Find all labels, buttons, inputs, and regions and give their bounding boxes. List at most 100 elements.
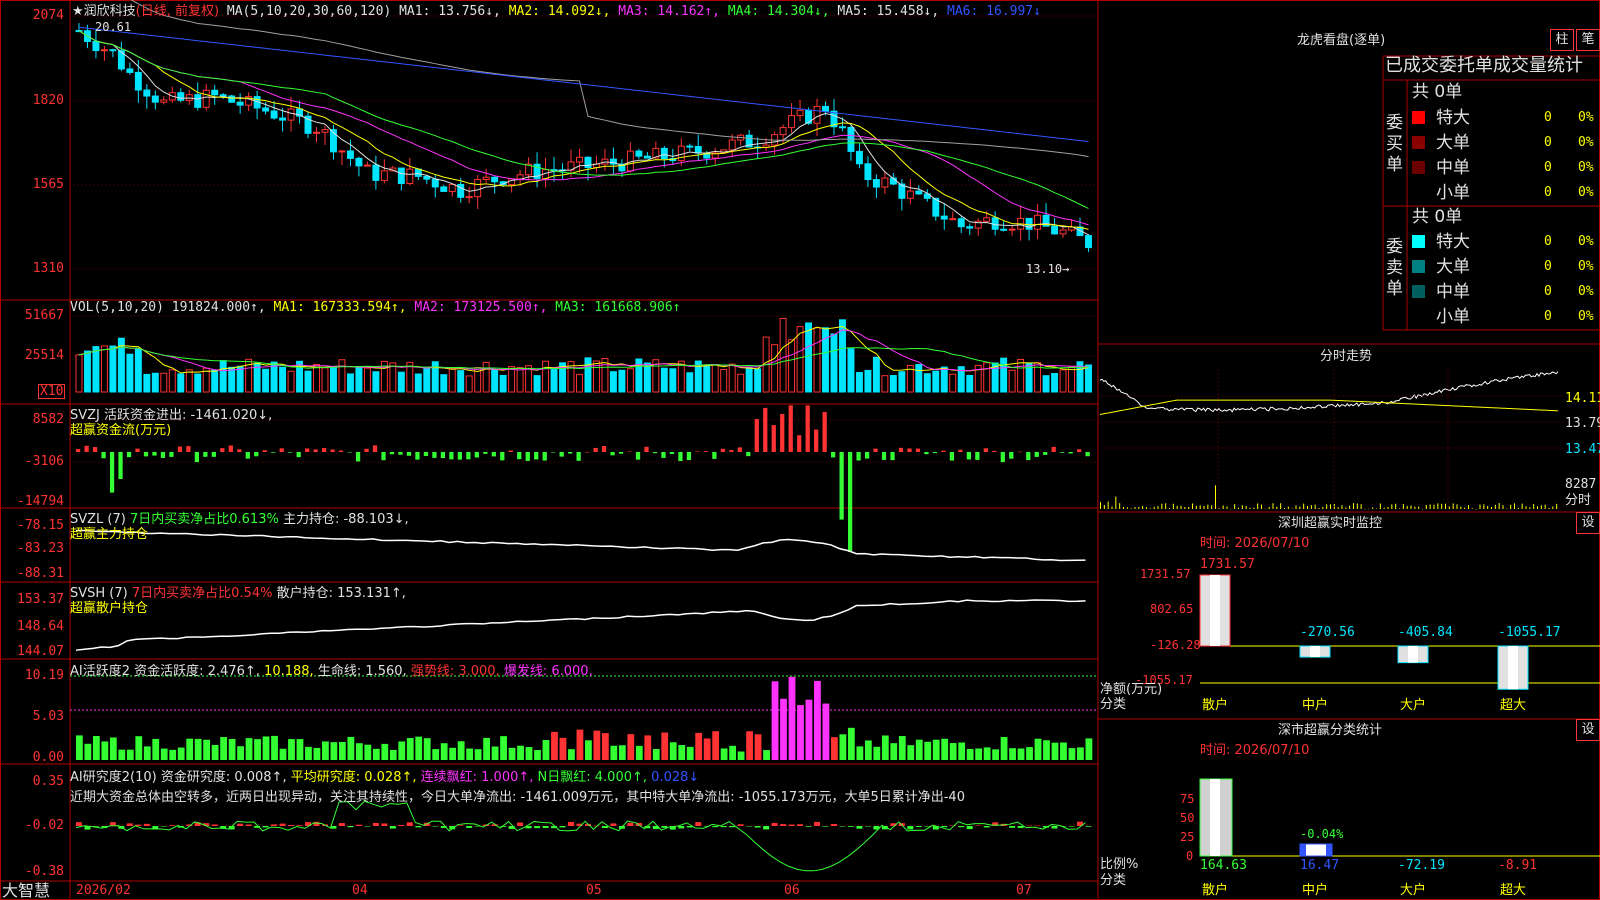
volume-bar — [83, 350, 91, 393]
research-bar — [415, 826, 422, 828]
intraday-vol-bar — [1376, 508, 1377, 510]
candle-body — [813, 105, 821, 124]
research-bar — [661, 826, 668, 828]
research-bar — [1026, 825, 1033, 827]
intraday-vol-bar — [1176, 505, 1178, 509]
candle-body — [482, 176, 490, 180]
ma4-line — [78, 30, 1089, 209]
volume-bar — [576, 373, 583, 393]
volume-bar — [1008, 369, 1016, 393]
intraday-vol-bar — [1345, 507, 1347, 509]
flow-bar — [313, 449, 318, 452]
tick-mode-button[interactable]: 笔 — [1576, 29, 1600, 51]
activity-bar — [517, 745, 524, 760]
intraday-vol-bar — [1517, 507, 1519, 509]
volume-bar — [1059, 369, 1067, 393]
stat-note: -0.04% — [1300, 827, 1344, 841]
flow-bar — [1009, 452, 1014, 459]
flow-bar — [949, 452, 955, 461]
activity-bar — [500, 736, 507, 760]
activity-bar — [313, 747, 321, 760]
intraday-vol-bar — [1115, 496, 1117, 509]
intraday-vol-bar — [1479, 504, 1481, 509]
period-mode[interactable]: (日线, 前复权) — [136, 4, 219, 19]
monitor-tick: 802.65 — [1150, 602, 1194, 616]
intraday-vol-bar — [1456, 504, 1458, 509]
intraday-tick: 13.47 — [1565, 442, 1600, 457]
flow-bar — [322, 448, 327, 452]
stat-ylabel: 比例% — [1100, 857, 1139, 872]
flow-bar — [1077, 449, 1082, 452]
candle-body — [262, 107, 270, 112]
sell-row: 大单 0 0% — [1410, 256, 1600, 278]
activity-bar — [763, 750, 770, 760]
activity-bar — [890, 743, 898, 760]
bar-mode-button[interactable]: 柱 — [1550, 29, 1574, 51]
flow-bar — [517, 452, 522, 460]
buy-row: 小单 0 0% — [1410, 182, 1600, 204]
row-qty: 0 — [1544, 160, 1552, 175]
candle-body — [313, 131, 320, 134]
volume-bar — [915, 364, 923, 393]
ai2-last: 0.028↓ — [651, 770, 700, 785]
activity-bar — [975, 748, 983, 760]
flow-bar — [771, 425, 776, 452]
flow-bar — [593, 447, 598, 452]
candle-body — [355, 157, 363, 167]
ma2-value: MA2: 14.092↓, — [508, 4, 611, 19]
intraday-vol-bar — [1119, 503, 1121, 509]
flow-bar — [338, 450, 344, 452]
research-bar — [568, 821, 574, 826]
flow-bar — [355, 452, 361, 462]
candle-body — [728, 139, 736, 151]
intraday-vol-bar — [1184, 506, 1186, 509]
flow-bar — [780, 413, 785, 452]
candle-body — [872, 179, 880, 188]
candle-body — [431, 178, 439, 188]
ma1-value: MA1: 13.756↓, — [399, 4, 501, 19]
ai2-tick: 0.35 — [32, 774, 64, 789]
flow-bar — [729, 450, 734, 452]
activity-bar — [915, 739, 923, 760]
activity-bar — [559, 737, 567, 760]
stat-title: 深市超赢分类统计 — [1278, 723, 1383, 738]
research-bar — [1085, 826, 1092, 827]
stock-title[interactable]: ★润欣科技 — [72, 4, 136, 19]
research-line — [75, 800, 1086, 872]
intraday-vol-bar — [1372, 507, 1374, 509]
monitor-settings-button[interactable]: 设 — [1576, 512, 1600, 534]
activity-bar — [364, 744, 372, 760]
research-bar — [271, 824, 278, 826]
flow-bar — [372, 445, 378, 452]
candle-body — [134, 71, 142, 91]
kline-chart-area[interactable] — [0, 0, 1600, 900]
flow-bar — [474, 452, 479, 458]
candle-body — [448, 183, 456, 192]
research-bar — [211, 824, 218, 826]
activity-bar — [126, 749, 134, 760]
research-bar — [457, 825, 464, 826]
ai1-life: 生命线: 1.560, — [317, 664, 407, 679]
research-bar — [966, 826, 973, 830]
ai1-label: AI活跃度2 — [70, 664, 130, 679]
candle-body — [363, 164, 371, 167]
activity-bar — [160, 748, 168, 760]
intraday-vol-bar — [1161, 503, 1163, 509]
intraday-vol-bar — [1180, 505, 1182, 509]
stat-settings-button[interactable]: 设 — [1576, 719, 1600, 741]
candle-body — [211, 89, 219, 96]
flow-bar — [220, 448, 225, 452]
activity-bar — [551, 731, 558, 760]
stat-tick: 75 — [1180, 792, 1195, 806]
ma3-value: MA3: 14.162↑, — [618, 4, 721, 19]
svsh-ratio: 7日内买卖净占比0.54% — [131, 586, 273, 601]
candle-body — [940, 215, 948, 220]
row-pct: 0% — [1578, 284, 1594, 299]
volume-bar — [703, 364, 711, 393]
volume-bar — [397, 371, 405, 393]
intraday-vol-bar — [1280, 503, 1282, 509]
research-bar — [279, 823, 286, 826]
research-bar — [126, 823, 133, 826]
candle-body — [839, 126, 846, 129]
intraday-avg-line — [1099, 399, 1559, 415]
